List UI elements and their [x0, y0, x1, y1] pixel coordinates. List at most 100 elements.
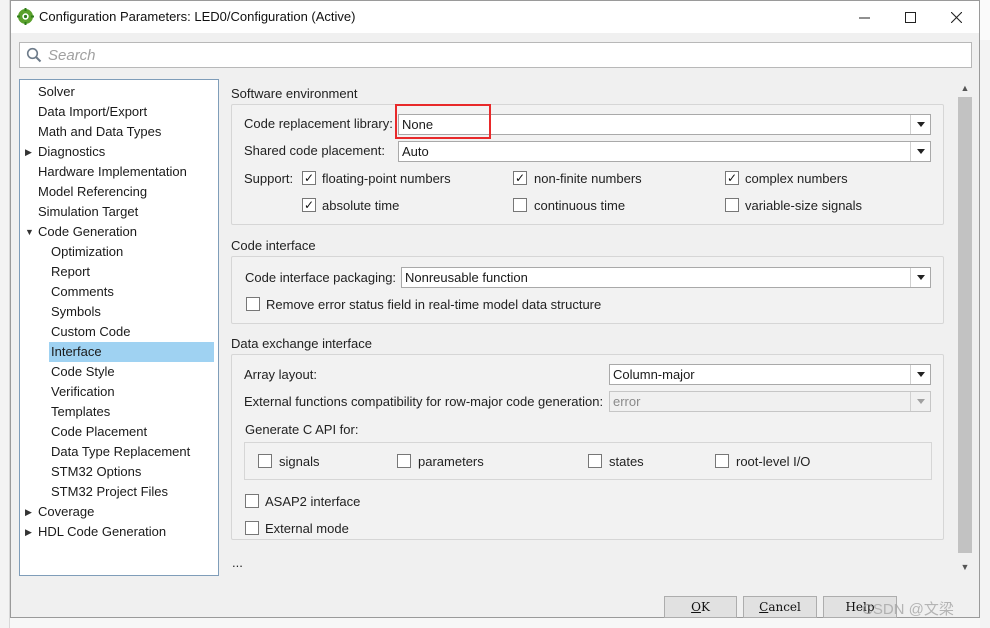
continuous-time-label: continuous time [534, 198, 626, 213]
tree-item-label: STM32 Options [51, 464, 142, 479]
tree-item[interactable]: Simulation Target [20, 202, 216, 222]
tree-item-label: STM32 Project Files [51, 484, 169, 499]
tree-item[interactable]: ▼ Code Generation [20, 222, 216, 242]
tree-item[interactable]: Optimization [20, 242, 216, 262]
tree-item-label: Templates [51, 404, 111, 419]
tree-item[interactable]: Code Placement [20, 422, 216, 442]
complex-label: complex numbers [745, 171, 848, 186]
search-box[interactable] [19, 42, 972, 68]
tree-item[interactable]: Report [20, 262, 216, 282]
root-level-io-label: root-level I/O [736, 454, 811, 469]
absolute-time-checkbox[interactable]: ✓ [302, 198, 316, 212]
packaging-value: Nonreusable function [405, 270, 528, 285]
software-environment-group: Code replacement library: None Shared co… [231, 104, 944, 225]
ext-func-label: External functions compatibility for row… [244, 394, 604, 409]
tree-item[interactable]: Comments [20, 282, 216, 302]
window-title: Configuration Parameters: LED0/Configura… [39, 9, 356, 24]
tree-item[interactable]: Data Import/Export [20, 102, 216, 122]
array-layout-select[interactable]: Column-major [609, 364, 931, 385]
ok-button[interactable]: OK [664, 596, 737, 618]
tree-item[interactable]: Custom Code [20, 322, 216, 342]
cancel-button-label: ancel [768, 600, 801, 614]
caret-right-icon[interactable]: ▶ [25, 502, 35, 522]
signals-checkbox[interactable] [258, 454, 272, 468]
tree-item-label: Math and Data Types [38, 124, 162, 139]
parameters-label: parameters [418, 454, 484, 469]
tree-item[interactable]: Code Style [20, 362, 216, 382]
minimize-button[interactable] [841, 1, 887, 33]
packaging-label: Code interface packaging: [245, 270, 397, 285]
tree-item[interactable]: Templates [20, 402, 216, 422]
floating-point-checkbox[interactable]: ✓ [302, 171, 316, 185]
chevron-down-icon [910, 142, 930, 161]
code-interface-title: Code interface [231, 238, 316, 253]
tree-item-label: Coverage [38, 504, 95, 519]
simulink-app-icon [17, 8, 34, 25]
remove-error-checkbox[interactable] [246, 297, 260, 311]
parameters-checkbox[interactable] [397, 454, 411, 468]
tree-item-label: Comments [51, 284, 114, 299]
tree-item[interactable]: ▶ Diagnostics [20, 142, 216, 162]
tree-item-label: Symbols [51, 304, 101, 319]
chevron-down-icon [910, 268, 930, 287]
chevron-down-icon [910, 392, 930, 411]
data-exchange-group: Array layout: Column-major External func… [231, 354, 944, 540]
tree-item-label: Model Referencing [38, 184, 148, 199]
caret-right-icon[interactable]: ▶ [25, 142, 35, 162]
complex-checkbox[interactable]: ✓ [725, 171, 739, 185]
tree-item[interactable]: Interface [49, 342, 214, 362]
array-layout-label: Array layout: [244, 367, 317, 382]
tree-item-label: Custom Code [51, 324, 131, 339]
external-mode-checkbox[interactable] [245, 521, 259, 535]
shared-code-select[interactable]: Auto [398, 141, 931, 162]
asap2-checkbox[interactable] [245, 494, 259, 508]
tree-item[interactable]: ▶ HDL Code Generation [20, 522, 216, 542]
gen-c-api-label: Generate C API for: [245, 422, 359, 437]
ext-func-value: error [613, 394, 641, 409]
caret-down-icon[interactable]: ▼ [25, 222, 35, 242]
tree-item-label: Code Placement [51, 424, 148, 439]
tree-item[interactable]: STM32 Project Files [20, 482, 216, 502]
code-replacement-label: Code replacement library: [244, 116, 393, 131]
root-level-io-checkbox[interactable] [715, 454, 729, 468]
caret-right-icon[interactable]: ▶ [25, 522, 35, 542]
cancel-button-mnemonic: C [759, 600, 769, 614]
floating-point-label: floating-point numbers [322, 171, 451, 186]
vertical-scrollbar[interactable]: ▲ ▼ [957, 79, 973, 576]
tree-item-label: Code Generation [38, 224, 138, 239]
variable-size-label: variable-size signals [745, 198, 863, 213]
states-checkbox[interactable] [588, 454, 602, 468]
c-api-box: signals parameters states root-level I/O [244, 442, 932, 480]
array-layout-value: Column-major [613, 367, 695, 382]
close-icon [950, 11, 962, 23]
settings-pane: Software environment Code replacement li… [221, 79, 971, 581]
tree-item[interactable]: Solver [20, 82, 216, 102]
packaging-select[interactable]: Nonreusable function [401, 267, 931, 288]
category-tree[interactable]: Solver Data Import/Export Math and Data Ty… [19, 79, 219, 576]
non-finite-checkbox[interactable]: ✓ [513, 171, 527, 185]
scrollbar-thumb[interactable] [958, 97, 972, 553]
tree-item[interactable]: Model Referencing [20, 182, 216, 202]
tree-item[interactable]: STM32 Options [20, 462, 216, 482]
variable-size-checkbox[interactable] [725, 198, 739, 212]
tree-item[interactable]: Hardware Implementation [20, 162, 216, 182]
scroll-up-icon[interactable]: ▲ [960, 83, 970, 93]
continuous-time-checkbox[interactable] [513, 198, 527, 212]
tree-item[interactable]: Symbols [20, 302, 216, 322]
tree-item-label: Simulation Target [38, 204, 139, 219]
tree-item[interactable]: Data Type Replacement [20, 442, 216, 462]
close-button[interactable] [933, 1, 979, 33]
tree-item[interactable]: Math and Data Types [20, 122, 216, 142]
shared-code-value: Auto [402, 144, 429, 159]
cancel-button[interactable]: Cancel [743, 596, 817, 618]
tree-item-label: Report [51, 264, 91, 279]
scroll-down-icon[interactable]: ▼ [960, 562, 970, 572]
title-bar[interactable]: Configuration Parameters: LED0/Configura… [11, 1, 979, 33]
tree-item[interactable]: Verification [20, 382, 216, 402]
background-window-edge [0, 0, 10, 628]
chevron-down-icon [910, 365, 930, 384]
search-input[interactable] [46, 44, 971, 66]
tree-item[interactable]: ▶ Coverage [20, 502, 216, 522]
ok-button-label: K [700, 600, 710, 614]
maximize-button[interactable] [887, 1, 933, 33]
